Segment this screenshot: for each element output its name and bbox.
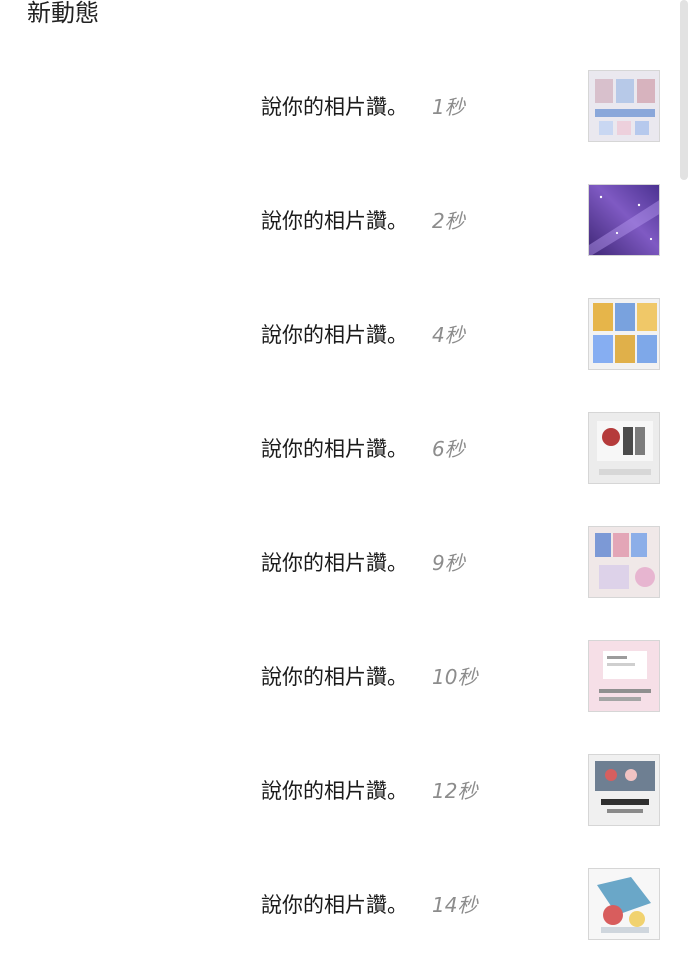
notification-text: 說你的相片讚。 [261,665,408,689]
photo-image [589,869,659,939]
notification-text: 說你的相片讚。 [261,779,408,803]
photo-thumbnail[interactable] [588,868,660,940]
photo-image [589,299,659,369]
notification-time: 6秒 [432,437,465,461]
notification-time: 4秒 [432,323,465,347]
notification-time: 9秒 [432,551,465,575]
photo-thumbnail[interactable] [588,412,660,484]
notification-item[interactable]: 說你的相片讚。 4秒 [0,298,688,372]
photo-thumbnail[interactable] [588,754,660,826]
notification-item[interactable]: 說你的相片讚。 12秒 [0,754,688,828]
notification-text: 說你的相片讚。 [261,95,408,119]
photo-thumbnail[interactable] [588,526,660,598]
notification-item[interactable]: 說你的相片讚。 2秒 [0,184,688,258]
notification-text: 說你的相片讚。 [261,323,408,347]
notification-list: 說你的相片讚。 1秒 說你的相片讚。 2秒 說你的相片讚。 4秒 說你的相片讚。… [0,0,688,960]
photo-image [589,413,659,483]
notification-time: 14秒 [432,893,478,917]
photo-image [589,641,659,711]
notification-time: 12秒 [432,779,478,803]
notification-time: 10秒 [432,665,478,689]
notification-item[interactable]: 說你的相片讚。 1秒 [0,70,688,144]
photo-image [589,71,659,141]
photo-thumbnail[interactable] [588,640,660,712]
notification-time: 1秒 [432,95,465,119]
photo-thumbnail[interactable] [588,184,660,256]
notification-item[interactable]: 說你的相片讚。 14秒 [0,868,688,942]
photo-thumbnail[interactable] [588,298,660,370]
photo-image [589,527,659,597]
notification-item[interactable]: 說你的相片讚。 6秒 [0,412,688,486]
notification-item[interactable]: 說你的相片讚。 9秒 [0,526,688,600]
notification-text: 說你的相片讚。 [261,437,408,461]
photo-image [589,185,659,255]
notification-text: 說你的相片讚。 [261,893,408,917]
notification-text: 說你的相片讚。 [261,209,408,233]
notification-text: 說你的相片讚。 [261,551,408,575]
notification-time: 2秒 [432,209,465,233]
photo-thumbnail[interactable] [588,70,660,142]
notification-item[interactable]: 說你的相片讚。 10秒 [0,640,688,714]
photo-image [589,755,659,825]
